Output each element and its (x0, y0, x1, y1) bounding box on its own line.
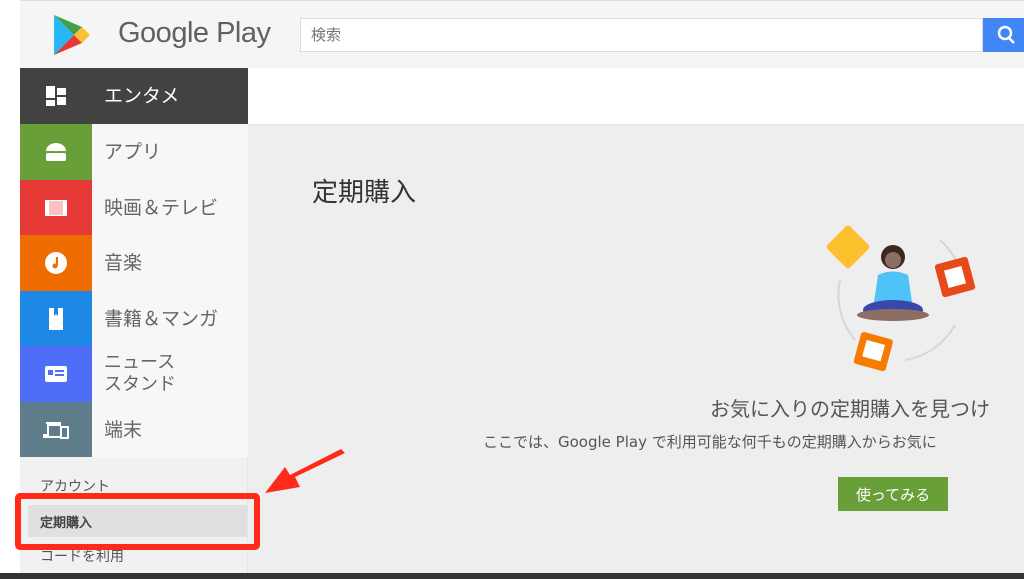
grid-icon (20, 68, 92, 124)
annotation-arrow-icon (265, 449, 345, 493)
music-icon (20, 235, 92, 291)
sidebar-item-books[interactable]: 書籍＆マンガ (20, 291, 248, 346)
empty-state-description: ここでは、Google Play で利用可能な何千もの定期購入からお気に (483, 433, 937, 451)
newsstand-icon (20, 346, 92, 402)
highlight-box (15, 493, 260, 550)
google-play-logo-icon (54, 15, 90, 55)
devices-icon (20, 402, 92, 457)
sidebar-item-label: 音楽 (104, 252, 143, 274)
sidebar-item-label: 映画＆テレビ (104, 196, 219, 219)
sidebar-item-devices[interactable]: 端末 (20, 402, 248, 457)
sidebar-item-movies[interactable]: 映画＆テレビ (20, 180, 248, 235)
subscription-illustration (826, 225, 976, 372)
sidebar-item-label: エンタメ (104, 85, 180, 107)
sidebar-item-label: アプリ (104, 141, 162, 163)
bottom-bar (0, 573, 1024, 579)
page-title: 定期購入 (312, 178, 417, 208)
search-icon (997, 25, 1015, 44)
logo-text[interactable]: Google Play (118, 17, 271, 50)
sidebar-item-label: 端末 (104, 418, 143, 441)
search-button[interactable] (983, 18, 1024, 52)
sidebar-item-entertainment[interactable]: エンタメ (20, 68, 248, 124)
android-icon (20, 124, 92, 180)
sidebar-item-newsstand[interactable]: ニュース スタンド (20, 346, 248, 402)
sidebar-item-label: ニュース スタンド (104, 352, 176, 395)
sidebar-item-apps[interactable]: アプリ (20, 124, 248, 180)
top-band (248, 68, 1024, 125)
empty-state-heading: お気に入りの定期購入を見つけ (710, 397, 990, 421)
sidebar-item-music[interactable]: 音楽 (20, 235, 248, 291)
book-icon (20, 291, 92, 346)
film-icon (20, 180, 92, 235)
sidebar-item-label: 書籍＆マンガ (104, 307, 219, 330)
search-input[interactable] (300, 18, 983, 52)
try-it-button[interactable]: 使ってみる (838, 477, 948, 511)
